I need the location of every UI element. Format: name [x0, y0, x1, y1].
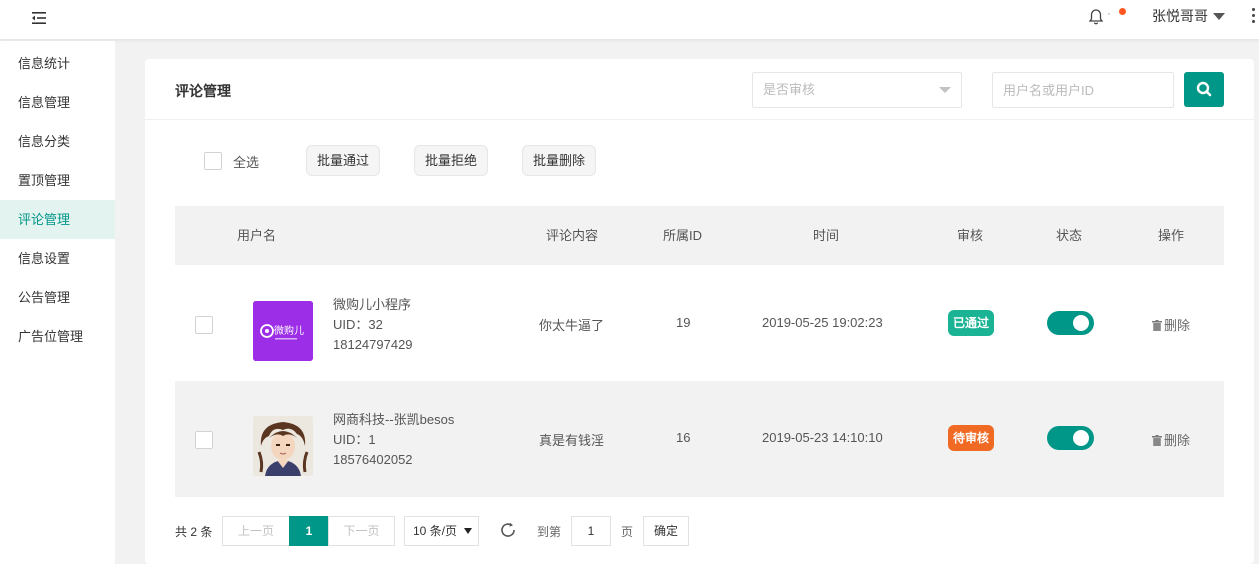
trash-icon	[1152, 320, 1162, 331]
status-toggle[interactable]	[1047, 311, 1094, 335]
pager-total: 共 2 条	[175, 525, 213, 539]
trash-icon	[1152, 435, 1162, 446]
col-username: 用户名	[237, 228, 277, 243]
sidebar-item-comment-manage[interactable]: 评论管理	[0, 200, 115, 239]
col-time: 时间	[813, 228, 840, 243]
comment-content: 真是有钱淫	[539, 433, 605, 448]
avatar-logo-text: 微购儿	[274, 324, 304, 337]
sidebar-item-pin-manage[interactable]: 置顶管理	[0, 161, 115, 200]
delete-button[interactable]: 删除	[1152, 315, 1190, 334]
search-button[interactable]	[1184, 72, 1224, 107]
avatar: 微购儿	[253, 301, 313, 361]
user-phone: 18124797429	[333, 337, 413, 352]
page-title: 评论管理	[175, 83, 231, 99]
comment-card: 评论管理 是否审核 全选 批量通过 批量拒绝 批量删除 用户名 评论内容 所属I…	[145, 59, 1254, 564]
user-name: 网商科技--张凯besos	[333, 412, 455, 427]
pager-next[interactable]: 下一页	[328, 516, 395, 546]
search-input[interactable]	[992, 72, 1174, 108]
anime-avatar-image	[253, 416, 313, 476]
weigouer-logo: 微购儿	[253, 301, 313, 361]
pager-prev[interactable]: 上一页	[222, 516, 290, 546]
user-uid: UID：32	[333, 317, 383, 332]
caret-down-icon	[464, 528, 472, 534]
chevron-down-icon	[939, 87, 951, 93]
sidebar-item-notice-manage[interactable]: 公告管理	[0, 278, 115, 317]
notification-dot	[1119, 8, 1126, 15]
user-uid: UID：1	[333, 432, 376, 447]
user-phone: 18576402052	[333, 452, 413, 467]
refresh-icon[interactable]	[499, 521, 517, 539]
top-header: · 张悦哥哥	[0, 0, 1259, 40]
page-size-label: 10 条/页	[413, 524, 458, 538]
delete-button[interactable]: 删除	[1152, 430, 1190, 449]
batch-approve-button[interactable]: 批量通过	[306, 145, 381, 176]
comment-content: 你太牛逼了	[539, 318, 605, 333]
user-name: 张悦哥哥	[1152, 8, 1208, 24]
comment-time: 2019-05-25 19:02:23	[762, 315, 883, 330]
sidebar-item-ad-manage[interactable]: 广告位管理	[0, 317, 115, 356]
toggle-knob	[1073, 430, 1089, 446]
table-row: 微购儿 微购儿小程序 UID：32 18124797429 你太牛逼了 19 2…	[175, 265, 1224, 381]
user-info: 微购儿小程序 UID：32 18124797429	[333, 295, 413, 355]
select-all-label: 全选	[233, 155, 260, 170]
toggle-knob	[1073, 315, 1089, 331]
sidebar-item-info-category[interactable]: 信息分类	[0, 122, 115, 161]
sidebar-item-info-settings[interactable]: 信息设置	[0, 239, 115, 278]
review-filter-placeholder: 是否审核	[763, 82, 816, 97]
sidebar: 信息统计 信息管理 信息分类 置顶管理 评论管理 信息设置 公告管理 广告位管理	[0, 41, 115, 564]
select-all-checkbox[interactable]	[204, 152, 222, 170]
table-row: 网商科技--张凯besos UID：1 18576402052 真是有钱淫 16…	[175, 381, 1224, 497]
pager-current-page[interactable]: 1	[289, 516, 329, 546]
batch-reject-button[interactable]: 批量拒绝	[414, 145, 489, 176]
pager-page-unit: 页	[621, 525, 634, 539]
user-name: 微购儿小程序	[333, 297, 412, 312]
review-badge-pending: 待审核	[948, 425, 994, 451]
sidebar-item-info-stats[interactable]: 信息统计	[0, 44, 115, 83]
status-toggle[interactable]	[1047, 426, 1094, 450]
user-menu[interactable]: 张悦哥哥	[1152, 6, 1225, 26]
ref-id: 16	[676, 430, 691, 445]
ref-id: 19	[676, 315, 691, 330]
pager-confirm-button[interactable]: 确定	[643, 516, 689, 546]
row-checkbox[interactable]	[195, 431, 213, 449]
pager-goto-input[interactable]	[571, 516, 611, 546]
avatar	[253, 416, 313, 476]
card-header: 评论管理 是否审核	[145, 59, 1254, 120]
notify-separator: ·	[1107, 6, 1111, 20]
review-badge-approved: 已通过	[948, 310, 994, 336]
user-info: 网商科技--张凯besos UID：1 18576402052	[333, 410, 454, 470]
col-review: 审核	[957, 228, 984, 243]
table-header: 用户名 评论内容 所属ID 时间 审核 状态 操作	[175, 206, 1224, 265]
review-filter-select[interactable]: 是否审核	[752, 72, 962, 108]
col-ref-id: 所属ID	[663, 228, 703, 243]
col-action: 操作	[1158, 228, 1185, 243]
row-checkbox[interactable]	[195, 316, 213, 334]
bell-icon[interactable]	[1088, 8, 1104, 26]
col-content: 评论内容	[546, 228, 599, 243]
delete-label: 删除	[1164, 318, 1191, 333]
sidebar-item-info-manage[interactable]: 信息管理	[0, 83, 115, 122]
more-vertical-icon[interactable]	[1252, 8, 1256, 26]
search-icon	[1196, 81, 1212, 97]
batch-delete-button[interactable]: 批量删除	[522, 145, 597, 176]
col-status: 状态	[1056, 228, 1083, 243]
caret-down-icon	[1213, 12, 1225, 20]
page-size-select[interactable]: 10 条/页	[404, 516, 479, 546]
menu-fold-icon[interactable]	[30, 9, 48, 27]
delete-label: 删除	[1164, 433, 1191, 448]
comment-time: 2019-05-23 14:10:10	[762, 430, 883, 445]
pager-goto-label: 到第	[537, 525, 562, 539]
